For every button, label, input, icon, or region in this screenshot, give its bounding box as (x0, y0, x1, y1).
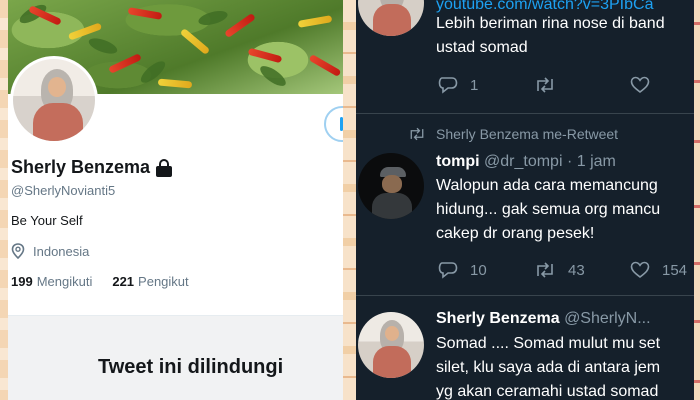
tweet-author-handle: @dr_tompi (484, 153, 563, 170)
reply-icon (438, 262, 458, 279)
protected-notice-title: Tweet ini dilindungi (98, 356, 284, 378)
profile-panel: Sherly Benzema @SherlyNovianti5 Be Your … (8, 0, 343, 400)
follow-counts: 199 Mengikuti 221 Pengikut (11, 274, 189, 289)
frame-border-middle (343, 0, 356, 400)
tweet-text: Somad .... Somad mulut mu set silet, klu… (436, 335, 661, 400)
tweet-item[interactable]: tompi @dr_tompi · 1 jam Walopun ada cara… (356, 0, 694, 295)
frame-border-right (694, 0, 700, 400)
location-pin-icon (11, 243, 25, 259)
retweet-icon (537, 262, 553, 278)
heart-icon (630, 261, 650, 279)
like-button[interactable]: 154 (630, 261, 687, 279)
lock-icon (156, 158, 173, 177)
tweet-item[interactable]: Sherly Benzema @SherlyN... Somad .... So… (356, 296, 694, 400)
tweet-author-name[interactable]: tompi (436, 153, 480, 170)
tweet-avatar[interactable] (358, 312, 424, 378)
tweet-text: Walopun ada cara memancung hidung... gak… (436, 177, 661, 242)
tweet-author-handle: @SherlyN... (564, 310, 651, 327)
location-text: Indonesia (33, 243, 90, 259)
tweet-header: tompi @dr_tompi · 1 jam (436, 153, 616, 171)
profile-location: Indonesia (11, 243, 89, 259)
tweet-header: Sherly Benzema @SherlyN... (436, 310, 651, 328)
tweet-author-name[interactable]: Sherly Benzema (436, 310, 560, 327)
timeline-panel: youtube.com/watch?v=3PIbCa Lebih beriman… (356, 0, 694, 400)
tweet-time: · 1 jam (566, 153, 616, 170)
tweet-avatar[interactable] (358, 153, 424, 219)
reply-button[interactable]: 10 (438, 261, 534, 279)
following-link[interactable]: 199 Mengikuti (11, 274, 92, 289)
follow-button[interactable] (324, 106, 343, 142)
tweet-actions: 10 43 154 (438, 261, 687, 279)
followers-link[interactable]: 221 Pengikut (112, 274, 188, 289)
retweet-button[interactable]: 43 (534, 262, 630, 279)
profile-display-name: Sherly Benzema (11, 157, 173, 178)
profile-bio: Be Your Self (11, 213, 83, 228)
profile-avatar[interactable] (10, 56, 98, 144)
profile-handle: @SherlyNovianti5 (11, 183, 116, 198)
frame-border-left (0, 0, 8, 400)
